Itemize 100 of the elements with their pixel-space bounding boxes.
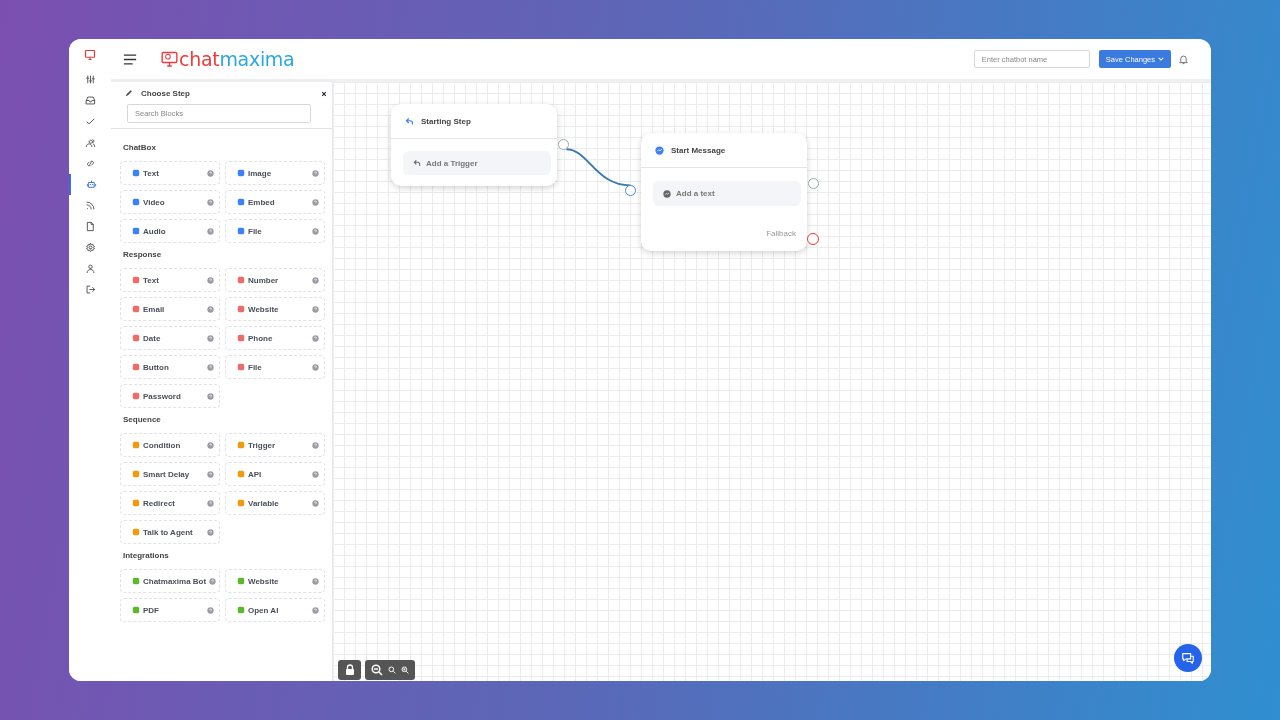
section-heading: Sequence (123, 415, 162, 424)
block-label: Embed (248, 197, 276, 207)
block-item[interactable]: Chatmaxima Bot (120, 569, 220, 593)
block-item[interactable]: Open AI (225, 598, 325, 622)
close-icon[interactable] (321, 90, 327, 97)
help-icon[interactable] (207, 392, 214, 400)
block-label: Text (143, 168, 160, 178)
block-label: Phone (248, 333, 274, 343)
block-label: Audio (143, 226, 167, 236)
block-item[interactable]: File (225, 355, 325, 379)
help-icon[interactable] (312, 441, 319, 449)
brush-icon (124, 89, 133, 98)
help-icon[interactable] (312, 470, 319, 478)
zoom-in-icon[interactable] (401, 666, 409, 674)
help-icon[interactable] (207, 363, 214, 371)
block-label: API (248, 469, 263, 479)
help-icon[interactable] (312, 227, 319, 235)
block-item[interactable]: Smart Delay (120, 462, 220, 486)
block-label: Image (248, 168, 273, 178)
block-item[interactable]: Button (120, 355, 220, 379)
fallback-port[interactable] (807, 233, 819, 245)
block-item[interactable]: Number (225, 268, 325, 292)
help-icon[interactable] (312, 276, 319, 284)
block-label: Website (248, 576, 280, 586)
reply-arrow-icon (405, 116, 414, 126)
block-item[interactable]: Email (120, 297, 220, 321)
block-item[interactable]: Trigger (225, 433, 325, 457)
help-icon[interactable] (312, 334, 319, 342)
lock-button[interactable] (338, 660, 361, 680)
block-item[interactable]: API (225, 462, 325, 486)
bell-icon[interactable] (1178, 53, 1189, 65)
help-icon[interactable] (207, 441, 214, 449)
node-action-button[interactable]: Add a text (653, 181, 801, 206)
block-label: Open AI (248, 605, 280, 615)
block-label: PDF (143, 605, 160, 615)
block-label: Talk to Agent (143, 527, 194, 537)
block-item[interactable]: Text (120, 161, 220, 185)
zoom-out-icon[interactable] (371, 664, 383, 676)
block-label: Variable (248, 498, 280, 508)
help-icon[interactable] (207, 169, 214, 177)
block-item[interactable]: Image (225, 161, 325, 185)
zoom-reset-icon[interactable] (388, 666, 396, 674)
chat-bubbles-icon (1181, 651, 1195, 665)
help-icon[interactable] (312, 169, 319, 177)
help-icon[interactable] (312, 305, 319, 313)
block-label: Email (143, 304, 166, 314)
block-item[interactable]: Condition (120, 433, 220, 457)
block-item[interactable]: Website (225, 569, 325, 593)
block-item[interactable]: Embed (225, 190, 325, 214)
block-label: Condition (143, 440, 182, 450)
block-item[interactable]: Video (120, 190, 220, 214)
block-label: Text (143, 275, 160, 285)
input-port[interactable] (625, 185, 636, 196)
fallback-label: Fallback (765, 229, 797, 238)
node-title: Starting Step (421, 116, 471, 126)
help-icon[interactable] (312, 577, 319, 585)
block-label: Video (143, 197, 166, 207)
flow-node[interactable]: Start Message Add a text Fallback (641, 133, 807, 251)
flow-node[interactable]: Starting Step Add a Trigger (391, 104, 557, 186)
block-item[interactable]: Text (120, 268, 220, 292)
help-icon[interactable] (207, 499, 214, 507)
block-item[interactable]: Password (120, 384, 220, 408)
help-icon[interactable] (207, 305, 214, 313)
help-icon[interactable] (312, 499, 319, 507)
help-icon[interactable] (207, 227, 214, 235)
output-port[interactable] (558, 139, 569, 150)
help-icon[interactable] (209, 577, 217, 585)
monitor-logo-icon (161, 51, 178, 67)
messenger-icon (663, 189, 671, 198)
help-icon[interactable] (312, 198, 319, 206)
block-item[interactable]: Variable (225, 491, 325, 515)
block-item[interactable]: Talk to Agent (120, 520, 220, 544)
block-item[interactable]: File (225, 219, 325, 243)
block-label: Date (143, 333, 162, 343)
panel-title: Choose Step (141, 89, 191, 98)
block-label: Password (143, 391, 182, 401)
menu-icon[interactable] (123, 53, 137, 65)
block-label: Website (248, 304, 280, 314)
help-icon[interactable] (312, 606, 319, 614)
node-action-button[interactable]: Add a Trigger (403, 151, 551, 175)
block-label: Number (248, 275, 280, 285)
help-icon[interactable] (207, 470, 214, 478)
block-item[interactable]: Audio (120, 219, 220, 243)
help-icon[interactable] (207, 528, 214, 536)
block-label: Redirect (143, 498, 176, 508)
block-item[interactable]: Redirect (120, 491, 220, 515)
block-label: File (248, 362, 263, 372)
block-item[interactable]: Date (120, 326, 220, 350)
block-item[interactable]: Phone (225, 326, 325, 350)
help-icon[interactable] (207, 606, 214, 614)
block-item[interactable]: Website (225, 297, 325, 321)
help-icon[interactable] (207, 276, 214, 284)
help-icon[interactable] (312, 363, 319, 371)
section-heading: Response (123, 250, 163, 259)
messenger-icon (655, 145, 664, 155)
chat-button[interactable] (1174, 644, 1202, 672)
help-icon[interactable] (207, 198, 214, 206)
block-item[interactable]: PDF (120, 598, 220, 622)
help-icon[interactable] (207, 334, 214, 342)
output-port[interactable] (808, 178, 819, 189)
